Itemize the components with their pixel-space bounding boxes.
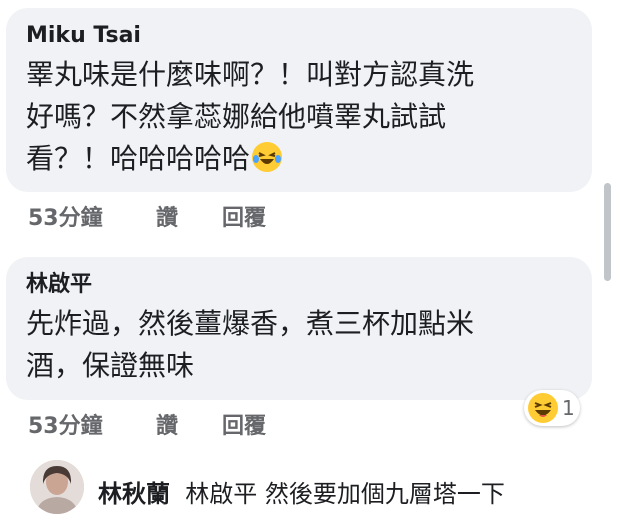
comment-line: 睪丸味是什麼味啊？！叫對方認真洗: [26, 58, 475, 91]
comment-bubble-2: 林啟平 先炸過，然後薑爆香，煮三杯加點米 酒，保證無味: [6, 257, 592, 400]
reaction-count: 1: [562, 396, 575, 420]
haha-emoji-icon: [528, 393, 558, 423]
laughing-tears-emoji-icon: [252, 142, 283, 172]
comment-text: 睪丸味是什麼味啊？！叫對方認真洗 好嗎？不然拿蕊娜給他噴睪丸試試 看？！哈哈哈哈…: [26, 54, 572, 180]
comment-line: 先炸過，然後薑爆香，煮三杯加點米: [26, 307, 475, 340]
like-button[interactable]: 讚: [156, 408, 222, 440]
comment-author[interactable]: 林啟平: [26, 271, 572, 299]
like-button[interactable]: 讚: [156, 200, 222, 232]
reply-text: 林啟平 然後要加個九層塔一下: [185, 480, 505, 508]
comment-line: 酒，保證無味: [26, 349, 195, 382]
comment-text: 先炸過，然後薑爆香，煮三杯加點米 酒，保證無味: [26, 303, 572, 387]
scrollbar[interactable]: [604, 183, 611, 281]
comment-actions-1: 53分鐘讚回覆: [28, 200, 266, 232]
comment-line: 看？！哈哈哈哈哈: [26, 142, 251, 175]
comment-timestamp[interactable]: 53分鐘: [28, 408, 156, 440]
avatar[interactable]: [30, 460, 84, 514]
comment-timestamp[interactable]: 53分鐘: [28, 200, 156, 232]
reply-button[interactable]: 回覆: [222, 408, 266, 440]
comment-actions-2: 53分鐘讚回覆: [28, 408, 266, 440]
comment-author[interactable]: Miku Tsai: [26, 22, 572, 50]
reply-button[interactable]: 回覆: [222, 200, 266, 232]
comment-line-last: 看？！哈哈哈哈哈: [26, 138, 572, 180]
reply-author[interactable]: 林秋蘭: [98, 480, 170, 508]
comment-bubble-1: Miku Tsai 睪丸味是什麼味啊？！叫對方認真洗 好嗎？不然拿蕊娜給他噴睪丸…: [6, 8, 592, 192]
reply-preview[interactable]: 林秋蘭 林啟平 然後要加個九層塔一下: [98, 474, 505, 509]
comment-line: 好嗎？不然拿蕊娜給他噴睪丸試試: [26, 100, 447, 133]
reaction-summary[interactable]: 1: [524, 390, 580, 426]
